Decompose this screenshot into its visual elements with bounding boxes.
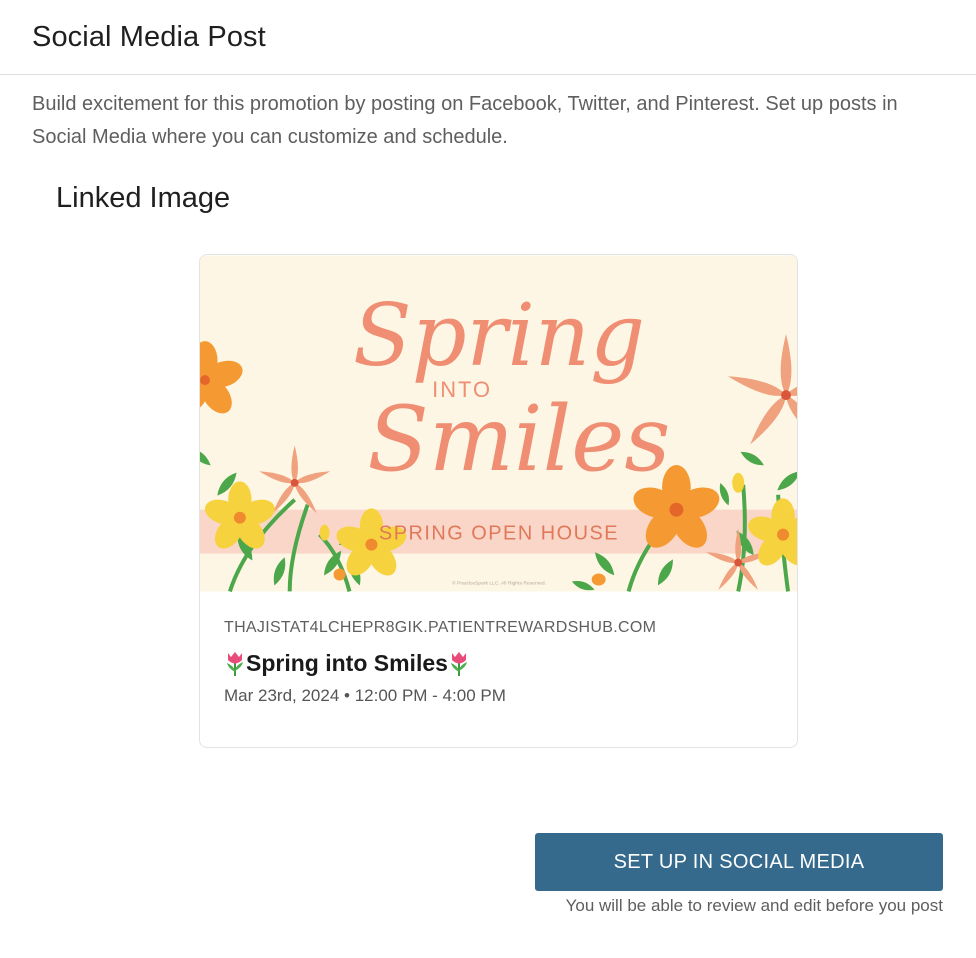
tulip-icon bbox=[450, 652, 467, 676]
description-text: Build excitement for this promotion by p… bbox=[32, 93, 898, 148]
banner-ribbon-text: SPRING OPEN HOUSE bbox=[379, 523, 619, 545]
banner-copyright: © PracticeSpark LLC. All Rights Reserved… bbox=[452, 579, 546, 586]
card-date: Mar 23rd, 2024 • 12:00 PM - 4:00 PM bbox=[224, 686, 506, 705]
linked-image-heading: Linked Image bbox=[56, 182, 231, 214]
tulip-icon bbox=[227, 652, 243, 676]
card-title: Spring into Smiles bbox=[224, 648, 773, 678]
promo-banner-image: Spring INTO Smiles SPRING OPEN HOUSE © P… bbox=[200, 255, 797, 592]
set-up-social-media-button[interactable]: SET UP IN SOCIAL MEDIA bbox=[535, 833, 943, 891]
card-domain: THAJISTAT4LCHEPR8GIK.PATIENTREWARDSHUB.C… bbox=[224, 619, 657, 636]
banner-headline-spring: Spring bbox=[353, 286, 645, 386]
linked-image-card[interactable]: Spring INTO Smiles SPRING OPEN HOUSE © P… bbox=[199, 254, 798, 748]
page-header: Social Media Post bbox=[0, 0, 976, 75]
card-title-text: Spring into Smiles bbox=[246, 650, 448, 676]
banner-headline-smiles: Smiles bbox=[367, 388, 670, 492]
review-note: You will be able to review and edit befo… bbox=[565, 896, 943, 915]
page-title: Social Media Post bbox=[32, 20, 266, 53]
